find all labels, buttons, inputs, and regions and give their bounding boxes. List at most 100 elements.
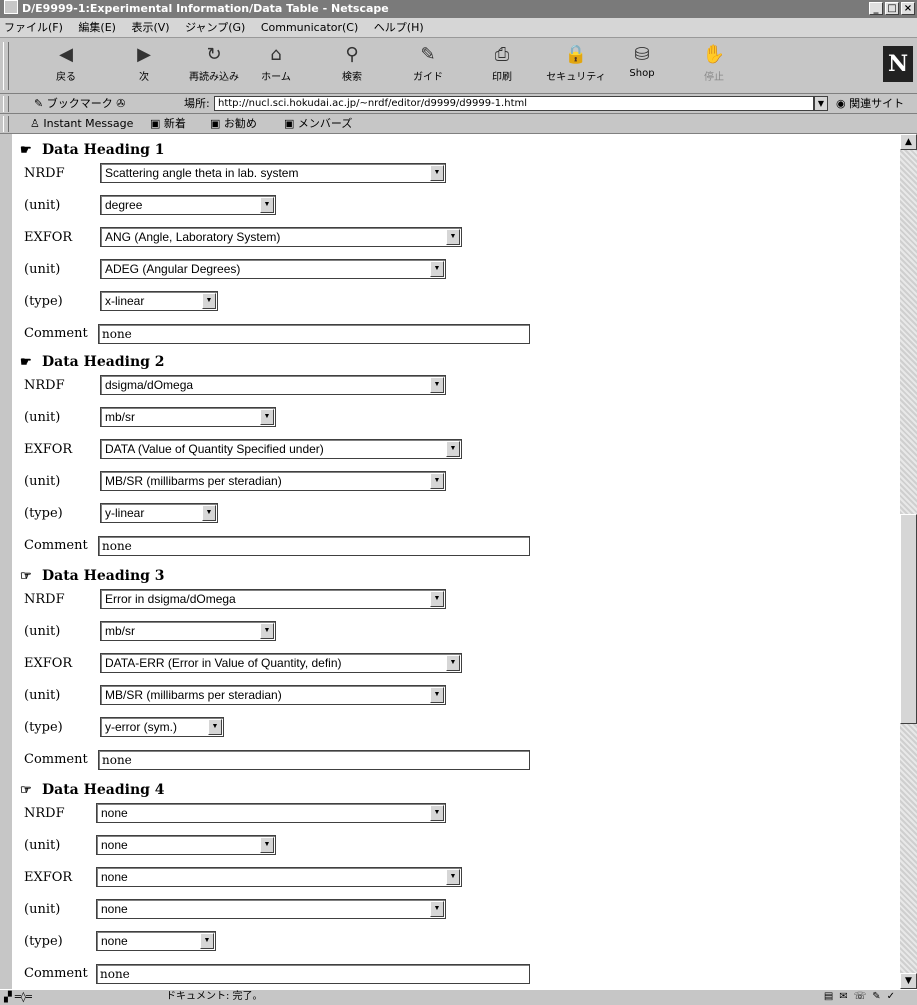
exfor-unit-select[interactable]: MB/SR (millibarms per steradian) ▼ [100, 685, 446, 705]
scroll-down-arrow-icon[interactable]: ▼ [900, 973, 917, 989]
scroll-up-arrow-icon[interactable]: ▲ [900, 134, 917, 150]
nrdf-quantity-select[interactable]: none ▼ [96, 803, 446, 823]
comment-input[interactable]: none [98, 324, 530, 344]
personal-grip[interactable] [3, 116, 9, 132]
nrdf-unit-value: mb/sr [105, 410, 135, 424]
bookmarks-button[interactable]: ✎ ブックマーク ✇ [34, 94, 125, 114]
unit-label: (unit) [24, 688, 61, 703]
bookmark-icon: ✎ [34, 97, 44, 110]
back-button[interactable]: ◀ 戻る [36, 42, 96, 90]
close-button[interactable]: × [901, 2, 915, 15]
whats-new-button[interactable]: ▣ 新着 [150, 114, 186, 134]
location-grip[interactable] [3, 96, 9, 112]
window-left-edge [0, 134, 12, 989]
chevron-down-icon: ▼ [200, 933, 214, 949]
minimize-button[interactable]: _ [869, 2, 883, 15]
page-proxy-icon[interactable]: ✇ [116, 97, 125, 110]
menu-edit[interactable]: 編集(E) [78, 21, 116, 34]
security-button[interactable]: 🔒 セキュリティ [546, 42, 606, 90]
search-label: 検索 [342, 72, 362, 83]
comment-input[interactable]: none [96, 964, 530, 984]
related-sites-icon: ◉ [836, 97, 846, 110]
scroll-thumb[interactable] [900, 514, 917, 724]
nrdf-unit-select[interactable]: degree ▼ [100, 195, 276, 215]
unit-label: (unit) [24, 624, 61, 639]
exfor-quantity-value: ANG (Angle, Laboratory System) [105, 230, 281, 244]
type-value: x-linear [105, 294, 145, 308]
nrdf-quantity-value: Error in dsigma/dOmega [105, 592, 236, 606]
type-select[interactable]: y-error (sym.) ▼ [100, 717, 224, 737]
guide-button[interactable]: ✎ ガイド [398, 42, 458, 90]
exfor-unit-select[interactable]: none ▼ [96, 899, 446, 919]
data-heading-1-section: ☛ Data Heading 1 NRDF Scattering angle th… [20, 140, 530, 344]
nrdf-unit-value: mb/sr [105, 624, 135, 638]
bookmarks-label: ブックマーク [46, 97, 113, 110]
nrdf-unit-value: degree [105, 198, 143, 212]
comment-label: Comment [24, 538, 88, 553]
home-label: ホーム [261, 72, 291, 83]
check-icon[interactable]: ✓ [887, 991, 901, 1002]
menu-help[interactable]: ヘルプ(H) [374, 21, 424, 34]
bookmark-folder-icon: ▣ [150, 117, 161, 130]
menu-file[interactable]: ファイル(F) [4, 21, 63, 34]
nrdf-quantity-select[interactable]: Error in dsigma/dOmega ▼ [100, 589, 446, 609]
vertical-scrollbar[interactable]: ▲ ▼ [900, 134, 917, 989]
comment-label: Comment [24, 966, 88, 981]
stop-button[interactable]: ✋ 停止 [684, 42, 744, 90]
navigator-icon[interactable]: ▤ [824, 991, 839, 1002]
type-select[interactable]: none ▼ [96, 931, 216, 951]
exfor-unit-select[interactable]: ADEG (Angular Degrees) ▼ [100, 259, 446, 279]
exfor-quantity-select[interactable]: none ▼ [96, 867, 462, 887]
mail-icon[interactable]: ✉ [839, 991, 853, 1002]
comment-input[interactable]: none [98, 536, 530, 556]
recommended-button[interactable]: ▣ お勧め [210, 114, 257, 134]
security-status-icon[interactable]: ▞ ═◊═ [4, 991, 62, 1003]
print-button[interactable]: ⎙ 印刷 [472, 42, 532, 90]
netscape-logo[interactable]: N [883, 46, 913, 82]
home-button[interactable]: ⌂ ホーム [246, 42, 306, 90]
nrdf-unit-select[interactable]: none ▼ [96, 835, 276, 855]
type-select[interactable]: x-linear ▼ [100, 291, 218, 311]
exfor-quantity-select[interactable]: DATA-ERR (Error in Value of Quantity, de… [100, 653, 462, 673]
personal-toolbar: ♙ Instant Message ▣ 新着 ▣ お勧め ▣ メンバーズ [0, 114, 917, 134]
chevron-down-icon: ▼ [260, 409, 274, 425]
shop-button[interactable]: ⛁ Shop [612, 42, 672, 90]
type-select[interactable]: y-linear ▼ [100, 503, 218, 523]
nrdf-label: NRDF [24, 378, 65, 393]
reload-button[interactable]: ↻ 再読み込み [184, 42, 244, 90]
menu-communicator[interactable]: Communicator(C) [261, 21, 358, 34]
guide-icon: ✎ [420, 44, 436, 65]
toolbar-grip[interactable] [3, 42, 9, 90]
members-button[interactable]: ▣ メンバーズ [284, 114, 352, 134]
menu-view[interactable]: 表示(V) [131, 21, 169, 34]
exfor-label: EXFOR [24, 656, 73, 671]
restore-button[interactable]: □ [885, 2, 899, 15]
exfor-unit-value: MB/SR (millibarms per steradian) [105, 474, 282, 488]
chevron-down-icon: ▼ [260, 623, 274, 639]
composer-icon[interactable]: ✎ [872, 991, 886, 1002]
data-heading-2-title: ☛ Data Heading 2 [20, 352, 165, 372]
nrdf-quantity-select[interactable]: dsigma/dOmega ▼ [100, 375, 446, 395]
chat-icon[interactable]: ☏ [854, 991, 873, 1002]
menu-go[interactable]: ジャンプ(G) [185, 21, 245, 34]
forward-button[interactable]: ▶ 次 [114, 42, 174, 90]
netscape-window-icon[interactable] [4, 0, 18, 14]
exfor-quantity-select[interactable]: ANG (Angle, Laboratory System) ▼ [100, 227, 462, 247]
nrdf-unit-select[interactable]: mb/sr ▼ [100, 621, 276, 641]
instant-message-button[interactable]: ♙ Instant Message [30, 114, 133, 134]
url-dropdown-button[interactable]: ▼ [814, 96, 828, 111]
instant-message-icon: ♙ [30, 117, 40, 130]
nrdf-unit-select[interactable]: mb/sr ▼ [100, 407, 276, 427]
data-heading-4-title: ☞ Data Heading 4 [20, 780, 165, 800]
exfor-unit-value: none [101, 902, 128, 916]
window-title: D/E9999-1:Experimental Information/Data … [22, 2, 389, 15]
chevron-down-icon: ▼ [430, 901, 444, 917]
exfor-unit-select[interactable]: MB/SR (millibarms per steradian) ▼ [100, 471, 446, 491]
related-sites-button[interactable]: ◉ 関連サイト [836, 94, 904, 114]
unit-label: (unit) [24, 474, 61, 489]
search-button[interactable]: ⚲ 検索 [322, 42, 382, 90]
nrdf-quantity-select[interactable]: Scattering angle theta in lab. system ▼ [100, 163, 446, 183]
exfor-quantity-select[interactable]: DATA (Value of Quantity Specified under)… [100, 439, 462, 459]
url-input[interactable]: http://nucl.sci.hokudai.ac.jp/~nrdf/edit… [214, 96, 814, 111]
comment-input[interactable]: none [98, 750, 530, 770]
